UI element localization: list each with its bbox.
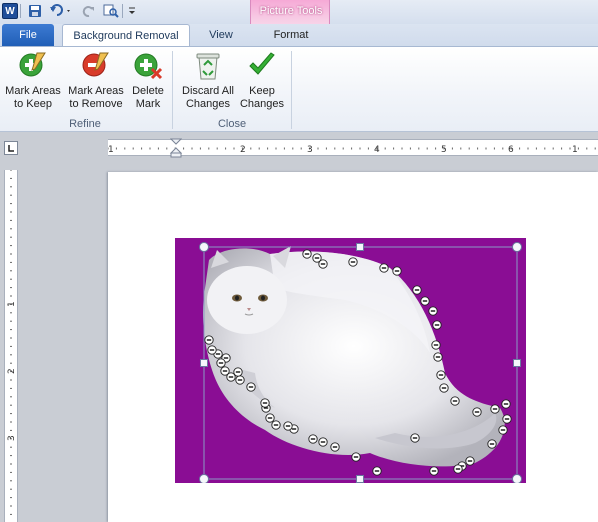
remove-mark-icon[interactable] (433, 352, 443, 362)
ribbon: Mark Areas to Keep Mark Areas to Remove … (0, 46, 598, 132)
remove-mark-icon[interactable] (318, 437, 328, 447)
undo-icon[interactable] (48, 2, 74, 20)
remove-mark-icon[interactable] (379, 263, 389, 273)
ruler-number: 1 (108, 145, 114, 155)
ruler-number: 4 (374, 145, 380, 155)
remove-mark-icon[interactable] (472, 407, 482, 417)
remove-mark-icon[interactable] (432, 320, 442, 330)
recycle-bin-icon (196, 53, 220, 80)
qat-separator (20, 4, 21, 18)
remove-mark-icon[interactable] (265, 413, 275, 423)
remove-mark-icon[interactable] (410, 433, 420, 443)
resize-handle[interactable] (513, 359, 521, 367)
checkmark-icon (249, 52, 275, 75)
remove-mark-icon[interactable] (490, 404, 500, 414)
remove-mark-icon[interactable] (302, 249, 312, 259)
tab-format[interactable]: Format (254, 24, 328, 47)
remove-mark-icon[interactable] (436, 370, 446, 380)
discard-label: Discard All Changes (182, 85, 234, 110)
remove-mark-icon[interactable] (429, 466, 439, 476)
redo-icon[interactable] (80, 2, 98, 20)
resize-handle[interactable] (199, 474, 209, 484)
remove-mark-icon[interactable] (428, 306, 438, 316)
resize-handle[interactable] (356, 475, 364, 483)
remove-mark-icon[interactable] (372, 466, 382, 476)
ruler-number: 5 (441, 145, 447, 155)
picture-tools-title: Picture Tools (259, 5, 323, 17)
resize-handle[interactable] (512, 474, 522, 484)
ruler-number: 1 (7, 301, 17, 307)
remove-mark-icon[interactable] (450, 396, 460, 406)
group-separator (172, 51, 173, 129)
remove-mark-icon[interactable] (308, 434, 318, 444)
mark-keep-label: Mark Areas to Keep (5, 85, 61, 110)
keep-label: Keep Changes (239, 85, 285, 110)
minus-pencil-icon (82, 52, 109, 77)
remove-mark-icon[interactable] (439, 383, 449, 393)
remove-mark-icon[interactable] (453, 464, 463, 474)
ruler-number: 1 (572, 145, 578, 155)
keep-changes-button[interactable]: Keep Changes (238, 49, 286, 115)
remove-mark-icon[interactable] (392, 266, 402, 276)
ribbon-tabs: File Background Removal View Format (0, 24, 598, 48)
vertical-ruler[interactable]: 1 2 3 (4, 169, 18, 522)
delete-mark-label: Delete Mark (132, 85, 164, 110)
group-separator (291, 51, 292, 129)
close-group-label: Close (217, 118, 247, 130)
word-app-icon[interactable]: W (2, 3, 18, 19)
qat-separator (122, 4, 123, 18)
ruler-area: 1 2 3 4 5 6 1 (0, 133, 598, 165)
delete-mark-icon (134, 53, 163, 80)
remove-mark-icon[interactable] (271, 420, 281, 430)
tab-background-removal[interactable]: Background Removal (62, 24, 190, 48)
resize-handle[interactable] (199, 242, 209, 252)
remove-mark-icon[interactable] (260, 398, 270, 408)
remove-mark-icon[interactable] (420, 296, 430, 306)
resize-handle[interactable] (356, 243, 364, 251)
remove-mark-icon[interactable] (330, 442, 340, 452)
remove-mark-icon[interactable] (348, 257, 358, 267)
plus-pencil-icon (19, 52, 46, 77)
remove-mark-icon[interactable] (216, 358, 226, 368)
remove-mark-icon[interactable] (487, 439, 497, 449)
remove-mark-icon[interactable] (351, 452, 361, 462)
save-icon[interactable] (26, 2, 44, 20)
remove-mark-icon[interactable] (235, 375, 245, 385)
remove-mark-icon[interactable] (431, 340, 441, 350)
tab-view[interactable]: View (196, 24, 246, 47)
remove-mark-icon[interactable] (207, 345, 217, 355)
tab-selector-button[interactable] (4, 141, 18, 155)
remove-mark-icon[interactable] (465, 456, 475, 466)
discard-all-changes-button[interactable]: Discard All Changes (178, 49, 238, 115)
delete-mark-button[interactable]: Delete Mark (128, 49, 168, 115)
ruler-number: 2 (7, 368, 17, 374)
remove-mark-icon[interactable] (412, 285, 422, 295)
mark-areas-to-remove-button[interactable]: Mark Areas to Remove (66, 49, 126, 115)
ruler-number: 3 (307, 145, 313, 155)
refine-group-label: Refine (69, 118, 101, 130)
resize-handle[interactable] (200, 359, 208, 367)
remove-mark-icon[interactable] (283, 421, 293, 431)
resize-handle[interactable] (512, 242, 522, 252)
remove-mark-icon[interactable] (204, 335, 214, 345)
ruler-number: 2 (240, 145, 246, 155)
remove-mark-icon[interactable] (246, 382, 256, 392)
ruler-number: 3 (7, 435, 17, 441)
mark-areas-to-keep-button[interactable]: Mark Areas to Keep (4, 49, 62, 115)
remove-mark-icon[interactable] (226, 372, 236, 382)
remove-mark-icon[interactable] (502, 414, 512, 424)
remove-mark-icon[interactable] (498, 425, 508, 435)
customize-icon[interactable] (126, 2, 138, 20)
picture-with-background-removal[interactable] (175, 238, 526, 484)
print-preview-icon[interactable] (102, 2, 120, 20)
indent-marker[interactable] (170, 138, 182, 158)
ruler-number: 6 (508, 145, 514, 155)
remove-mark-icon[interactable] (501, 399, 511, 409)
remove-mark-icon[interactable] (318, 259, 328, 269)
tab-file[interactable]: File (2, 24, 54, 47)
mark-remove-label: Mark Areas to Remove (68, 85, 124, 110)
